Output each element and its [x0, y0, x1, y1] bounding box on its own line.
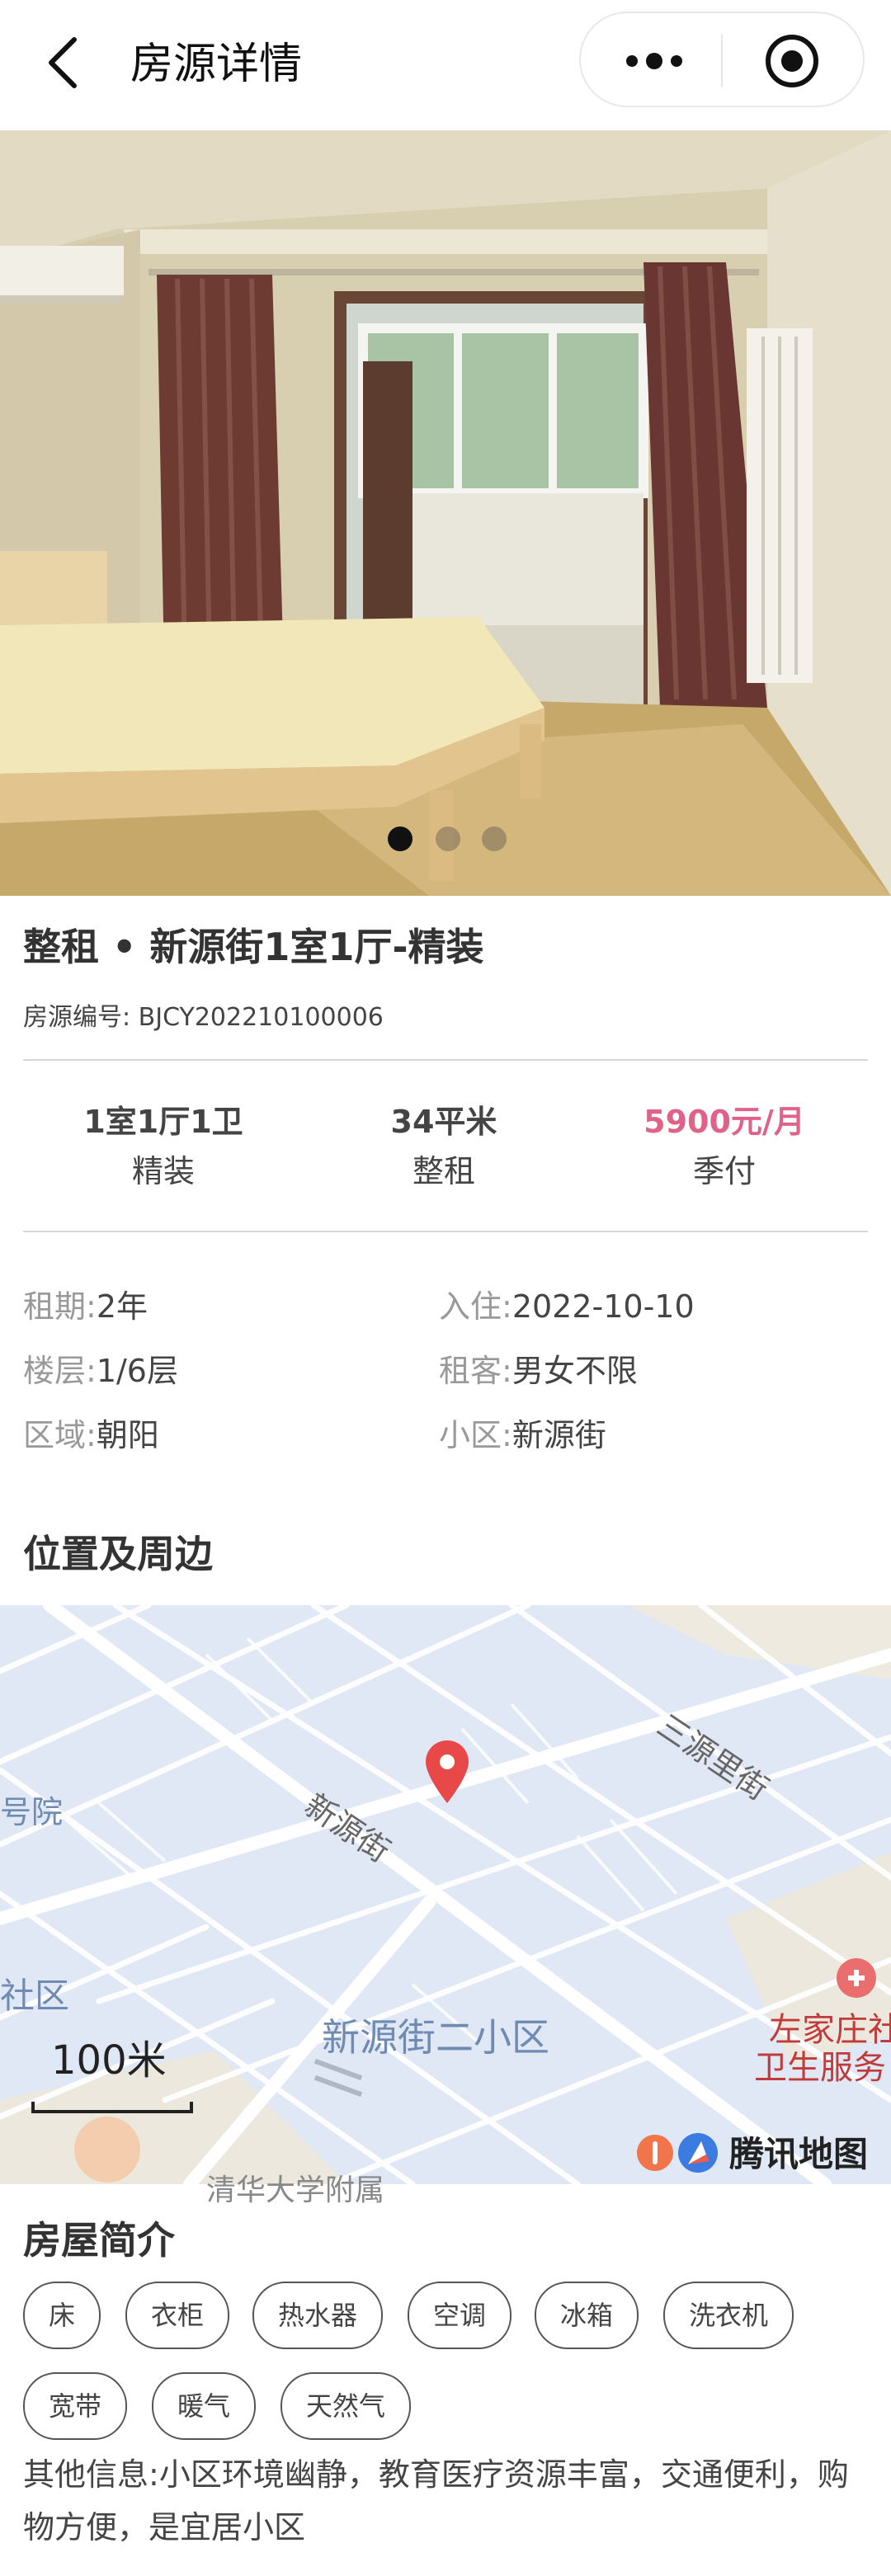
payment-value: 季付	[692, 1153, 756, 1189]
facility-tag: 暖气	[152, 2372, 256, 2440]
rent-type-value: 整租	[412, 1153, 475, 1189]
listing-id: 房源编号: BJCY202210100006	[23, 1000, 384, 1036]
page-title: 房源详情	[130, 40, 303, 89]
tencent-map-logo[interactable]	[635, 2130, 726, 2176]
more-dots-icon[interactable]	[617, 38, 691, 84]
attr-lease: 租期:2年	[23, 1288, 148, 1325]
divider	[23, 1231, 868, 1232]
attr-district: 区域:朝阳	[23, 1417, 159, 1453]
facility-tag: 衣柜	[125, 2282, 229, 2349]
attr-community: 小区:新源街	[439, 1417, 606, 1453]
slide-indicator[interactable]	[482, 826, 507, 851]
mini-program-capsule	[579, 12, 865, 107]
map-scale-label: 100米	[51, 2037, 167, 2084]
map-label-clinic: 卫生服务	[754, 2049, 886, 2087]
listing-title: 整租 • 新源街1室1厅-精装	[23, 925, 484, 969]
facility-tag: 天然气	[280, 2372, 411, 2440]
facility-tag: 洗衣机	[663, 2282, 794, 2349]
facility-tag: 热水器	[252, 2282, 383, 2349]
other-info-label: 其他信息:	[23, 2456, 159, 2493]
map-brand: 腾讯地图	[729, 2134, 869, 2174]
facility-tag: 床	[23, 2282, 101, 2349]
price-value: 5900元/月	[644, 1104, 805, 1140]
divider	[23, 1059, 868, 1061]
facility-tag: 冰箱	[535, 2282, 639, 2349]
summary-price: 5900元/月 季付	[584, 1097, 865, 1196]
facility-tag: 宽带	[23, 2372, 127, 2440]
facility-tag: 空调	[408, 2282, 512, 2349]
chevron-left-icon[interactable]	[33, 30, 99, 96]
section-title-intro: 房屋简介	[23, 2218, 175, 2263]
map-label-place: 清华大学附属	[206, 2173, 385, 2207]
summary-layout: 1室1厅1卫 精装	[23, 1097, 304, 1196]
map-label-community: 新源街二小区	[322, 2015, 549, 2060]
location-pin-icon[interactable]	[424, 1739, 470, 1805]
section-title-location: 位置及周边	[23, 1532, 213, 1576]
room-photo[interactable]	[0, 130, 891, 896]
map-label-place: 号院	[0, 1794, 64, 1830]
nav-bar: 房源详情	[0, 0, 891, 130]
layout-value: 1室1厅1卫	[83, 1104, 243, 1140]
target-icon[interactable]	[762, 31, 822, 91]
attr-movein: 入住:2022-10-10	[439, 1288, 695, 1325]
summary-area: 34平米 整租	[304, 1097, 584, 1196]
map-label-place: 社区	[0, 1976, 70, 2016]
attr-tenant: 租客:男女不限	[439, 1353, 638, 1389]
map-scale-bar	[31, 2102, 193, 2113]
slide-indicator-active[interactable]	[388, 826, 412, 851]
attr-floor: 楼层:1/6层	[23, 1353, 178, 1389]
slide-indicator[interactable]	[436, 826, 460, 851]
map[interactable]	[0, 1605, 891, 2184]
finish-value: 精装	[131, 1153, 195, 1189]
listing-id-label: 房源编号:	[23, 1003, 131, 1032]
map-tiles[interactable]	[0, 1605, 891, 2184]
area-value: 34平米	[390, 1104, 497, 1140]
capsule-divider	[721, 35, 723, 87]
other-info: 其他信息:小区环境幽静，教育医疗资源丰富，交通便利，购物方便，是宜居小区	[23, 2448, 873, 2554]
listing-id-value: BJCY202210100006	[138, 1003, 384, 1032]
